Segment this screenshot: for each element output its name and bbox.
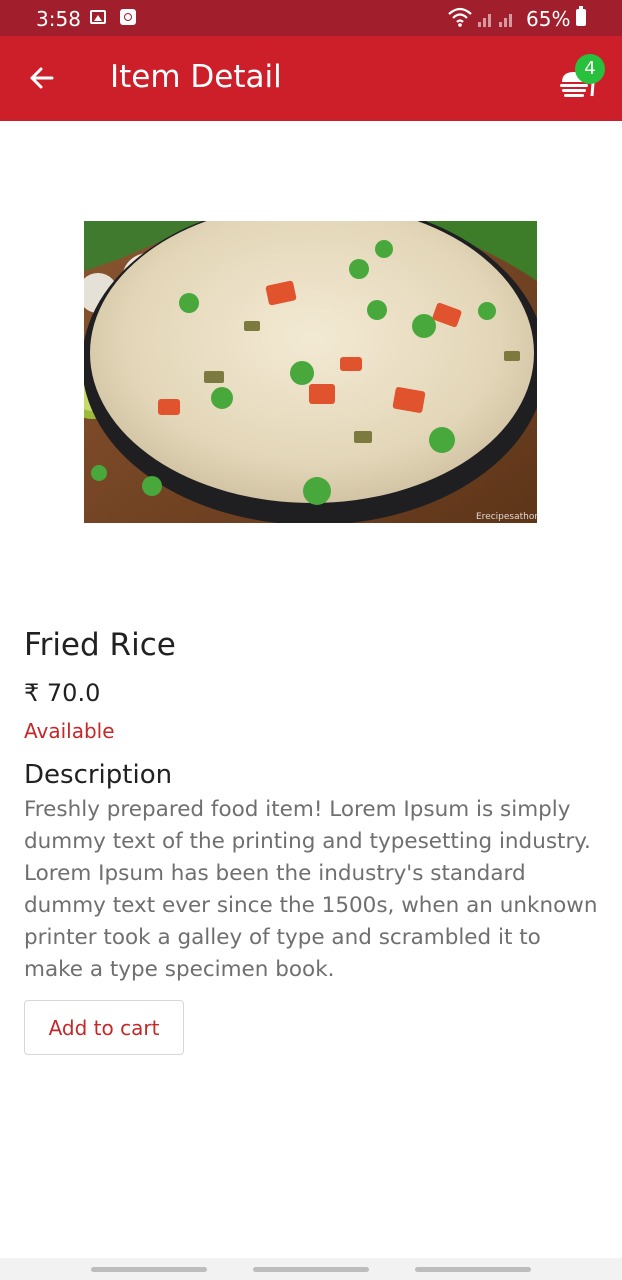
svg-text:Erecipesathome.com: Erecipesathome.com: [476, 512, 537, 522]
add-to-cart-button[interactable]: Add to cart: [24, 1000, 184, 1055]
food-image: Erecipesathome.com: [84, 221, 537, 523]
page-title: Item Detail: [110, 59, 282, 95]
battery-percent: 65%: [526, 7, 571, 31]
description-text: Freshly prepared food item! Lorem Ipsum …: [24, 797, 598, 982]
signal-icon: [478, 11, 518, 27]
availability-status: Available: [24, 719, 115, 743]
app-bar: Item Detail 4: [0, 36, 622, 121]
item-name: Fried Rice: [24, 627, 176, 663]
gallery-icon: [90, 10, 106, 24]
wifi-icon: [447, 6, 473, 33]
arrow-left-icon: [30, 67, 54, 89]
nav-pill-left[interactable]: [91, 1267, 207, 1272]
status-time: 3:58: [36, 7, 81, 31]
nav-pill-right[interactable]: [415, 1267, 531, 1272]
back-button[interactable]: [22, 58, 62, 98]
item-price: ₹ 70.0: [24, 679, 101, 707]
battery-icon: [576, 6, 586, 26]
gesture-navigation-bar: [0, 1258, 622, 1280]
status-bar: 3:58 65%: [0, 0, 622, 36]
description-heading: Description: [24, 760, 173, 790]
app-notification-icon: [120, 9, 136, 25]
cart-count-badge: 4: [575, 54, 605, 84]
nav-pill-center[interactable]: [253, 1267, 369, 1272]
